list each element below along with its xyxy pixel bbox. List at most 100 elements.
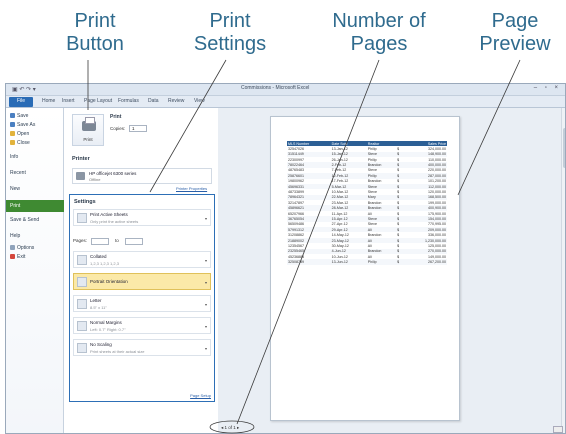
tab-file[interactable]: File — [9, 97, 33, 107]
copies-label: Copies: — [110, 126, 126, 131]
pages-to-label: to — [115, 238, 119, 243]
tab-formulas[interactable]: Formulas — [118, 98, 139, 104]
settings-heading: Settings — [74, 199, 96, 205]
page-preview: MLS Number Date Sold Realtor Sales Price… — [270, 116, 460, 421]
window-controls[interactable]: – ▫ × — [534, 85, 561, 91]
setting-scaling[interactable]: No Scaling Print sheets at their actual … — [73, 339, 211, 356]
print-panel: Print Print Copies: 1 Printer HP officej… — [66, 108, 216, 433]
setting-orientation[interactable]: Portrait Orientation ▾ — [73, 273, 211, 290]
setting-subtitle: 1,2,3 1,2,3 1,2,3 — [90, 261, 119, 266]
setting-subtitle: 8.5" x 11" — [90, 305, 107, 310]
save-icon — [10, 113, 15, 118]
nav-info[interactable]: Info — [10, 154, 18, 160]
printer-select[interactable]: HP officejet 6300 series Offline — [72, 168, 212, 184]
tab-page-layout[interactable]: Page Layout — [84, 98, 112, 104]
setting-subtitle: Only print the active sheets — [90, 219, 139, 224]
nav-options-label: Options — [17, 245, 35, 251]
copies-spinner[interactable]: 1 — [129, 125, 147, 132]
dropdown-arrow-icon: ▾ — [204, 258, 207, 263]
quick-access-toolbar[interactable]: ▣ ↶ ↷ ▾ — [12, 86, 36, 93]
preview-sheet-table: MLS Number Date Sold Realtor Sales Price… — [287, 141, 447, 265]
printer-name: HP officejet 6300 series — [89, 171, 137, 176]
options-icon — [10, 245, 15, 250]
dropdown-arrow-icon: ▾ — [204, 302, 207, 307]
table-cell: 13-Jun-12 — [330, 259, 367, 265]
setting-margins[interactable]: Normal Margins Left: 0.7" Right: 0.7" ▾ — [73, 317, 211, 334]
setting-collation[interactable]: Collated 1,2,3 1,2,3 1,2,3 ▾ — [73, 251, 211, 268]
table-row: 32508789 13-Jun-12 Philip $267,200.00 — [287, 259, 447, 265]
callout-line-2: Button — [66, 33, 124, 55]
setting-title: No Scaling — [90, 342, 112, 347]
nav-open[interactable]: Open — [10, 131, 29, 137]
pages-label: Pages: — [73, 238, 88, 243]
setting-print-what[interactable]: Print Active Sheets Only print the activ… — [73, 209, 211, 226]
print-button-label: Print — [83, 137, 93, 142]
pages-to-input[interactable] — [125, 238, 143, 245]
nav-print[interactable]: Print — [6, 200, 64, 212]
ribbon-tabs: File Home Insert Page Layout Formulas Da… — [6, 96, 565, 117]
tab-data[interactable]: Data — [148, 98, 159, 104]
page-preview-area: MLS Number Date Sold Realtor Sales Price… — [218, 108, 565, 433]
dropdown-arrow-icon: ▾ — [204, 280, 207, 285]
setting-paper-size[interactable]: Letter 8.5" x 11" ▾ — [73, 295, 211, 312]
nav-save-label: Save — [17, 113, 29, 119]
nav-close-label: Close — [17, 140, 30, 146]
title-bar: ▣ ↶ ↷ ▾ Commissions - Microsoft Excel – … — [6, 84, 565, 96]
table-cell: $ — [396, 259, 404, 265]
tab-home[interactable]: Home — [42, 98, 55, 104]
callout-line-1: Page — [491, 10, 539, 32]
scaling-icon — [77, 343, 87, 353]
printer-device-icon — [76, 172, 85, 180]
nav-exit-label: Exit — [17, 254, 26, 260]
setting-title: Normal Margins — [90, 320, 122, 325]
setting-title: Portrait Orientation — [90, 279, 128, 284]
nav-help[interactable]: Help — [10, 233, 20, 239]
nav-save[interactable]: Save — [10, 113, 28, 119]
nav-recent[interactable]: Recent — [10, 170, 26, 176]
table-cell: Philip — [366, 259, 397, 265]
nav-options[interactable]: Options — [10, 245, 34, 251]
dropdown-arrow-icon: ▾ — [204, 346, 207, 351]
nav-exit[interactable]: Exit — [10, 254, 25, 260]
paper-icon — [77, 299, 87, 309]
window-title: Commissions - Microsoft Excel — [241, 85, 310, 91]
page-navigator[interactable]: ◂ 1 of 1 ▸ — [221, 425, 239, 431]
tab-insert[interactable]: Insert — [62, 98, 75, 104]
print-button[interactable]: Print — [72, 114, 104, 146]
callout-line-1: Print — [209, 10, 251, 32]
nav-save-as[interactable]: Save As — [10, 122, 35, 128]
setting-subtitle: Left: 0.7" Right: 0.7" — [90, 327, 126, 332]
callout-line-2: Settings — [193, 33, 267, 55]
close-folder-icon — [10, 140, 15, 145]
nav-close[interactable]: Close — [10, 140, 30, 146]
callout-page-preview: Page Preview — [470, 10, 560, 56]
table-cell: 32508789 — [287, 259, 331, 265]
tab-review[interactable]: Review — [168, 98, 184, 104]
zoom-to-page-button[interactable] — [553, 426, 563, 433]
vertical-scrollbar[interactable] — [561, 108, 565, 433]
printer-properties-link[interactable]: Printer Properties — [176, 186, 207, 191]
pages-range: Pages: to — [73, 238, 213, 247]
callout-line-2: Preview — [479, 33, 551, 55]
nav-new[interactable]: New — [10, 186, 20, 192]
callout-line-1: Print — [74, 10, 116, 32]
portrait-icon — [77, 277, 87, 287]
setting-title: Print Active Sheets — [90, 212, 128, 217]
sheets-icon — [77, 213, 87, 223]
open-folder-icon — [10, 131, 15, 136]
printer-heading: Printer — [72, 156, 90, 162]
table-cell: 267,200.00 — [403, 259, 447, 265]
tab-view[interactable]: View — [194, 98, 205, 104]
nav-save-and-send[interactable]: Save & Send — [10, 217, 39, 223]
exit-icon — [10, 254, 15, 259]
pages-from-input[interactable] — [91, 238, 109, 245]
save-as-icon — [10, 122, 15, 127]
callout-line-2: Pages — [350, 33, 408, 55]
callout-print-settings: Print Settings — [175, 10, 285, 56]
setting-title: Letter — [90, 298, 102, 303]
callout-number-of-pages: Number of Pages — [318, 10, 440, 56]
printer-status: Offline — [89, 177, 101, 182]
nav-open-label: Open — [17, 131, 30, 137]
page-setup-link[interactable]: Page Setup — [190, 393, 211, 398]
nav-save-as-label: Save As — [17, 122, 36, 128]
